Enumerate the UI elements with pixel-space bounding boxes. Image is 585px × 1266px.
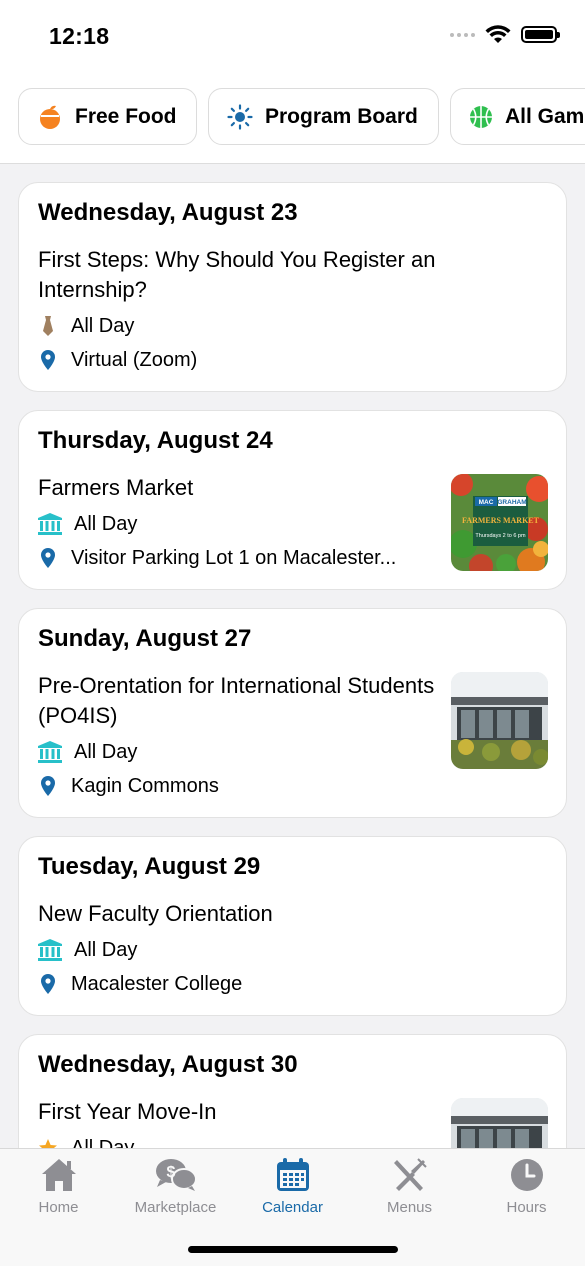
basketball-icon bbox=[470, 105, 492, 128]
event-date: Sunday, August 27 bbox=[38, 625, 252, 652]
tab-label: Home bbox=[38, 1199, 79, 1216]
wifi-icon bbox=[485, 25, 511, 43]
tab-label: Marketplace bbox=[134, 1199, 217, 1216]
clock-icon bbox=[510, 1159, 543, 1191]
filter-chips-bar: Free Food Program Board All Gam bbox=[0, 72, 585, 164]
event-time-row: All Day bbox=[38, 313, 547, 339]
building-icon bbox=[38, 741, 62, 763]
filter-chip-label: Program Board bbox=[265, 104, 418, 128]
event-time: All Day bbox=[74, 740, 138, 763]
battery-icon bbox=[521, 26, 560, 43]
location-pin-icon bbox=[38, 974, 58, 994]
tie-icon bbox=[38, 316, 58, 336]
cellular-signal-icon bbox=[450, 32, 475, 37]
event-time-row: All Day bbox=[38, 937, 547, 963]
tab-label: Calendar bbox=[262, 1199, 323, 1216]
svg-text:$: $ bbox=[166, 1164, 175, 1181]
location-pin-icon bbox=[38, 776, 58, 796]
event-location-row: Virtual (Zoom) bbox=[38, 347, 547, 373]
tab-marketplace[interactable]: $ Marketplace bbox=[117, 1157, 234, 1216]
utensils-icon bbox=[393, 1158, 427, 1191]
event-title: First Steps: Why Should You Register an … bbox=[38, 247, 436, 302]
event-thumbnail bbox=[451, 1098, 548, 1148]
thumb-brand-a: MAC bbox=[479, 499, 494, 506]
location-pin-icon bbox=[38, 350, 58, 370]
event-time: All Day bbox=[74, 512, 138, 535]
tab-home[interactable]: Home bbox=[0, 1157, 117, 1216]
event-card[interactable]: Sunday, August 27 Pre-Orentation for Int… bbox=[18, 608, 567, 818]
event-thumbnail bbox=[451, 672, 548, 769]
filter-chip-label: Free Food bbox=[75, 104, 177, 128]
thumb-brand-b: GRAHAM bbox=[497, 499, 526, 506]
sun-icon bbox=[227, 103, 253, 130]
event-card[interactable]: Wednesday, August 30 First Year Move-In … bbox=[18, 1034, 567, 1148]
event-date: Wednesday, August 23 bbox=[38, 199, 298, 226]
event-location: Kagin Commons bbox=[71, 774, 219, 797]
calendar-icon bbox=[276, 1158, 309, 1191]
status-time: 12:18 bbox=[49, 23, 110, 49]
tab-menus[interactable]: Menus bbox=[351, 1157, 468, 1216]
event-time: All Day bbox=[71, 1136, 135, 1149]
thumb-sub: Thursdays 2 to 6 pm bbox=[475, 533, 526, 539]
event-location: Visitor Parking Lot 1 on Macalester... bbox=[71, 546, 397, 569]
filter-chip-label: All Gam bbox=[505, 104, 585, 128]
building-icon bbox=[38, 939, 62, 961]
status-icons bbox=[450, 25, 560, 44]
filter-chip-free-food[interactable]: Free Food bbox=[18, 88, 197, 145]
event-location: Macalester College bbox=[71, 972, 243, 995]
thumb-heading: FARMERS MARKET bbox=[462, 516, 540, 525]
filter-chip-program-board[interactable]: Program Board bbox=[208, 88, 439, 145]
filter-chip-all-games[interactable]: All Gam bbox=[450, 88, 585, 145]
event-list[interactable]: Wednesday, August 23 First Steps: Why Sh… bbox=[0, 164, 585, 1148]
marketplace-icon: $ bbox=[155, 1159, 197, 1191]
event-date: Thursday, August 24 bbox=[38, 427, 273, 454]
event-card[interactable]: Wednesday, August 23 First Steps: Why Sh… bbox=[18, 182, 567, 392]
orange-food-icon bbox=[40, 105, 60, 129]
event-date: Tuesday, August 29 bbox=[38, 853, 261, 880]
tab-calendar[interactable]: Calendar bbox=[234, 1157, 351, 1216]
event-location-row: Kagin Commons bbox=[38, 773, 547, 799]
tab-label: Menus bbox=[386, 1199, 433, 1216]
event-location: Virtual (Zoom) bbox=[71, 348, 198, 371]
home-icon bbox=[41, 1159, 76, 1191]
event-time: All Day bbox=[74, 938, 138, 961]
building-icon bbox=[38, 513, 62, 535]
event-date: Wednesday, August 30 bbox=[38, 1051, 298, 1078]
star-icon bbox=[38, 1138, 58, 1148]
tab-hours[interactable]: Hours bbox=[468, 1157, 585, 1216]
home-indicator bbox=[188, 1246, 398, 1253]
status-bar: 12:18 bbox=[0, 0, 585, 72]
event-card[interactable]: Tuesday, August 29 New Faculty Orientati… bbox=[18, 836, 567, 1016]
event-location-row: Macalester College bbox=[38, 971, 547, 997]
event-card[interactable]: Thursday, August 24 Farmers Market All D… bbox=[18, 410, 567, 590]
event-title: New Faculty Orientation bbox=[38, 901, 273, 926]
location-pin-icon bbox=[38, 548, 58, 568]
event-time: All Day bbox=[71, 314, 135, 337]
event-thumbnail: MAC GRAHAM FARMERS MARKET Thursdays 2 to… bbox=[451, 474, 548, 571]
tab-label: Hours bbox=[506, 1199, 547, 1216]
